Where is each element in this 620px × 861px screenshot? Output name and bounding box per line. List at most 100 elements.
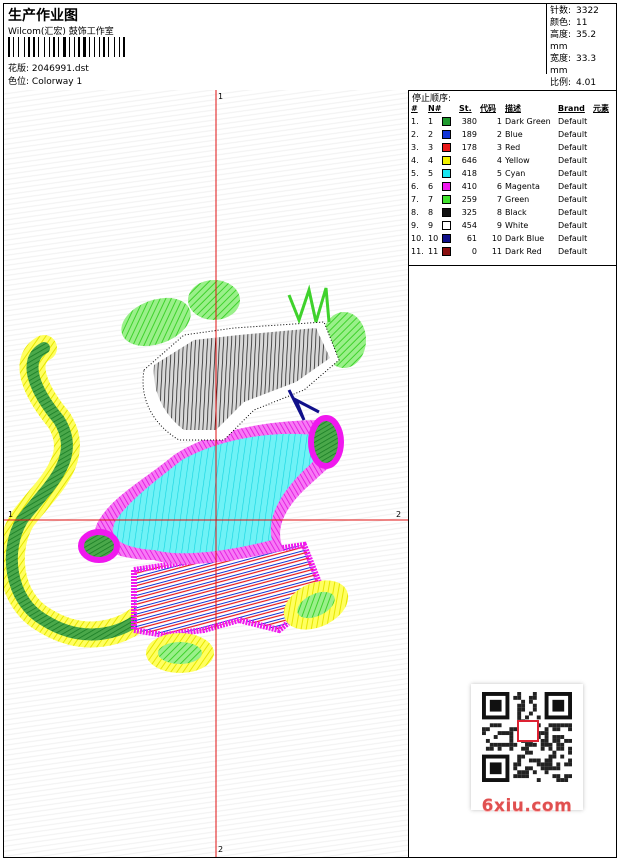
cell-description: Black [505,208,527,217]
cell-needle: 6 [427,180,458,193]
cell-stitches: 454 [461,221,477,230]
cell-code: 1 [496,117,502,126]
cell-element [592,180,616,193]
cell-index: 4. [411,156,419,165]
col-code: 代码 [480,104,496,113]
cell-element [592,219,616,232]
color-swatch [442,195,451,204]
color-swatch [442,169,451,178]
cell-needle: 9 [427,219,458,232]
qr-module [493,742,498,747]
cell-code: 7 [496,195,502,204]
qr-module [528,695,533,700]
sheet-title: 生产作业图 [8,8,78,24]
barcode-bar [96,37,98,57]
cell-needle: 7 [427,193,458,206]
design-file-value: 2046991.dst [31,64,89,74]
qr-module [517,758,522,763]
qr-module [568,750,572,755]
hand-right [308,415,344,469]
qr-module [532,770,537,775]
barcode-bar [33,37,35,57]
qr-module [556,742,561,747]
cell-stitches: 259 [461,195,477,204]
qr-module [528,699,533,704]
qr-finder [489,762,502,775]
cell-code: 4 [496,156,502,165]
cell-element [592,193,616,206]
barcode-bar [15,37,17,57]
barcode-bar [69,37,70,57]
qr-module [528,711,533,716]
color-swatch [442,156,451,165]
cell-brand: Default [558,247,588,256]
table-header-row: # N# St. 代码 描述 Brand 元素 [410,102,616,115]
qr-module [532,707,537,712]
cell-element [592,206,616,219]
qr-module [556,766,561,771]
qr-module [489,723,494,728]
qr-module [505,742,510,747]
qr-module [564,778,569,782]
qr-module [489,746,494,751]
header-divider [546,4,547,74]
qr-module [525,770,529,775]
cell-code: 9 [496,221,502,230]
qr-module [564,723,569,728]
axis-label-left: 1 [8,510,14,519]
qr-module [536,762,541,767]
barcode-bar [11,37,12,57]
cell-needle: 10 [427,232,458,245]
barcode-bar [20,37,23,57]
color-swatch [442,247,451,256]
qr-module [525,742,529,747]
barcode-bar [121,37,122,57]
cell-description: Cyan [505,169,526,178]
qr-module [517,770,522,775]
table-row: 10. 10 61 10 Dark Blue Default [410,232,616,245]
cell-description: Dark Green [505,117,551,126]
barcode-bar [49,37,50,57]
cell-needle: 5 [427,167,458,180]
qr-module [482,727,486,732]
qr-module [544,727,549,732]
colorway-label: 色位: [8,77,30,87]
cell-description: Green [505,195,530,204]
color-swatch [442,117,451,126]
qr-module [568,727,572,732]
qr-module [552,738,557,743]
qr-module [525,766,529,771]
needle-number: 6 [428,182,434,191]
color-sequence-table: # N# St. 代码 描述 Brand 元素 1. 1 380 1 Dark Gree… [410,102,616,258]
qr-module [568,738,572,743]
qr-module [544,735,549,739]
qr-module [540,742,545,747]
qr-module [509,738,514,743]
barcode-bar [94,37,95,57]
cell-stitches: 61 [466,234,477,243]
qr-module [552,774,557,779]
qr-module [556,723,561,728]
qr-module [517,695,522,700]
cell-code: 11 [491,247,502,256]
qr-module [536,778,541,782]
col-stitches: St. [459,104,472,113]
barcode-bar [51,37,52,57]
qr-finder [552,699,565,712]
cell-index: 8. [411,208,419,217]
design-preview: 1 2 1 2 [4,90,408,857]
qr-module [544,738,549,743]
seal-stamp [517,720,539,742]
qr-module [532,695,537,700]
color-swatch [442,234,451,243]
stat-colors: 颜色: 11 [550,18,588,28]
qr-module [556,774,561,779]
cell-code: 2 [496,130,502,139]
qr-module [521,703,526,708]
cell-stitches: 646 [461,156,477,165]
stat-scale: 比例: 4.01 [550,78,597,88]
barcode-bar [106,37,107,57]
barcode-bar [60,37,62,57]
qr-module [513,742,518,747]
barcode-bar [58,37,59,57]
